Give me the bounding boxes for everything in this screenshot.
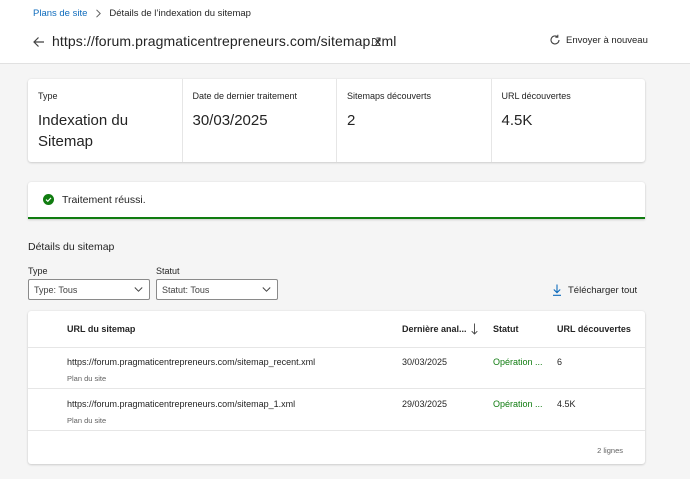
summary-value: 30/03/2025: [192, 112, 268, 129]
last-read-cell: 29/03/2025: [402, 399, 448, 409]
sitemap-url-cell[interactable]: https://forum.pragmaticentrepreneurs.com…: [67, 399, 295, 409]
chevron-down-icon: [134, 287, 143, 292]
column-header-urls-found[interactable]: URL découvertes: [557, 324, 631, 334]
chevron-right-icon: [95, 9, 102, 18]
summary-label: URL découvertes: [501, 91, 571, 101]
type-filter-label: Type: [28, 266, 48, 276]
sort-descending-icon[interactable]: [471, 323, 478, 335]
refresh-icon: [550, 34, 560, 45]
sitemap-kind: Plan du site: [67, 374, 107, 383]
breadcrumb-current: Détails de l’indexation du sitemap: [109, 8, 251, 19]
page-title: https://forum.pragmaticentrepreneurs.com…: [52, 33, 397, 49]
status-cell: Opération ...: [493, 399, 543, 409]
summary-label: Sitemaps découverts: [347, 91, 432, 101]
status-filter-label: Statut: [156, 266, 180, 276]
success-check-icon: [43, 194, 54, 205]
summary-value: 4.5K: [501, 112, 533, 129]
summary-label: Type: [38, 91, 58, 101]
status-filter-dropdown[interactable]: Statut: Tous: [156, 279, 278, 300]
type-filter-value: Type: Tous: [34, 284, 78, 295]
breadcrumb: Plans de site Détails de l’indexation du…: [33, 8, 251, 19]
sitemap-kind: Plan du site: [67, 416, 107, 425]
column-header-status[interactable]: Statut: [493, 324, 519, 334]
sitemap-url-cell[interactable]: https://forum.pragmaticentrepreneurs.com…: [67, 357, 315, 367]
summary-label: Date de dernier traitement: [192, 91, 298, 101]
chevron-down-icon: [262, 287, 271, 292]
column-header-url[interactable]: URL du sitemap: [67, 324, 135, 334]
download-icon: [553, 284, 561, 296]
status-filter-value: Statut: Tous: [162, 284, 210, 295]
page-header: Plans de site Détails de l’indexation du…: [0, 0, 690, 64]
status-text: Traitement réussi.: [62, 193, 146, 206]
resubmit-label: Envoyer à nouveau: [566, 34, 648, 46]
column-header-last-read[interactable]: Dernière anal...: [402, 324, 467, 334]
type-filter-dropdown[interactable]: Type: Tous: [28, 279, 150, 300]
external-link-icon[interactable]: [371, 37, 381, 47]
table-row[interactable]: https://forum.pragmaticentrepreneurs.com…: [28, 390, 645, 431]
summary-tile-sitemaps-found: Sitemaps découverts 2: [337, 79, 492, 162]
status-banner: Traitement réussi.: [28, 182, 645, 219]
summary-value: Indexation du Sitemap: [38, 112, 129, 150]
last-read-cell: 30/03/2025: [402, 357, 448, 367]
summary-value: 2: [347, 112, 356, 129]
back-arrow-icon[interactable]: [31, 34, 47, 50]
breadcrumb-link-sitemaps[interactable]: Plans de site: [33, 8, 87, 19]
download-all-button[interactable]: Télécharger tout: [552, 284, 637, 296]
row-count: 2 lignes: [597, 446, 623, 455]
summary-tile-last-processed: Date de dernier traitement 30/03/2025: [183, 79, 337, 162]
sitemap-table: URL du sitemap Dernière anal... Statut U…: [28, 311, 645, 464]
table-row[interactable]: https://forum.pragmaticentrepreneurs.com…: [28, 348, 645, 389]
urls-found-cell: 4.5K: [557, 399, 576, 409]
download-all-label: Télécharger tout: [568, 284, 638, 296]
summary-tile-type: Type Indexation du Sitemap: [28, 79, 183, 162]
resubmit-button[interactable]: Envoyer à nouveau: [549, 34, 648, 46]
status-cell: Opération ...: [493, 357, 543, 367]
urls-found-cell: 6: [557, 357, 563, 367]
summary-card: Type Indexation du Sitemap Date de derni…: [28, 79, 645, 162]
summary-tile-urls-found: URL découvertes 4.5K: [492, 79, 646, 162]
section-title: Détails du sitemap: [28, 241, 115, 253]
